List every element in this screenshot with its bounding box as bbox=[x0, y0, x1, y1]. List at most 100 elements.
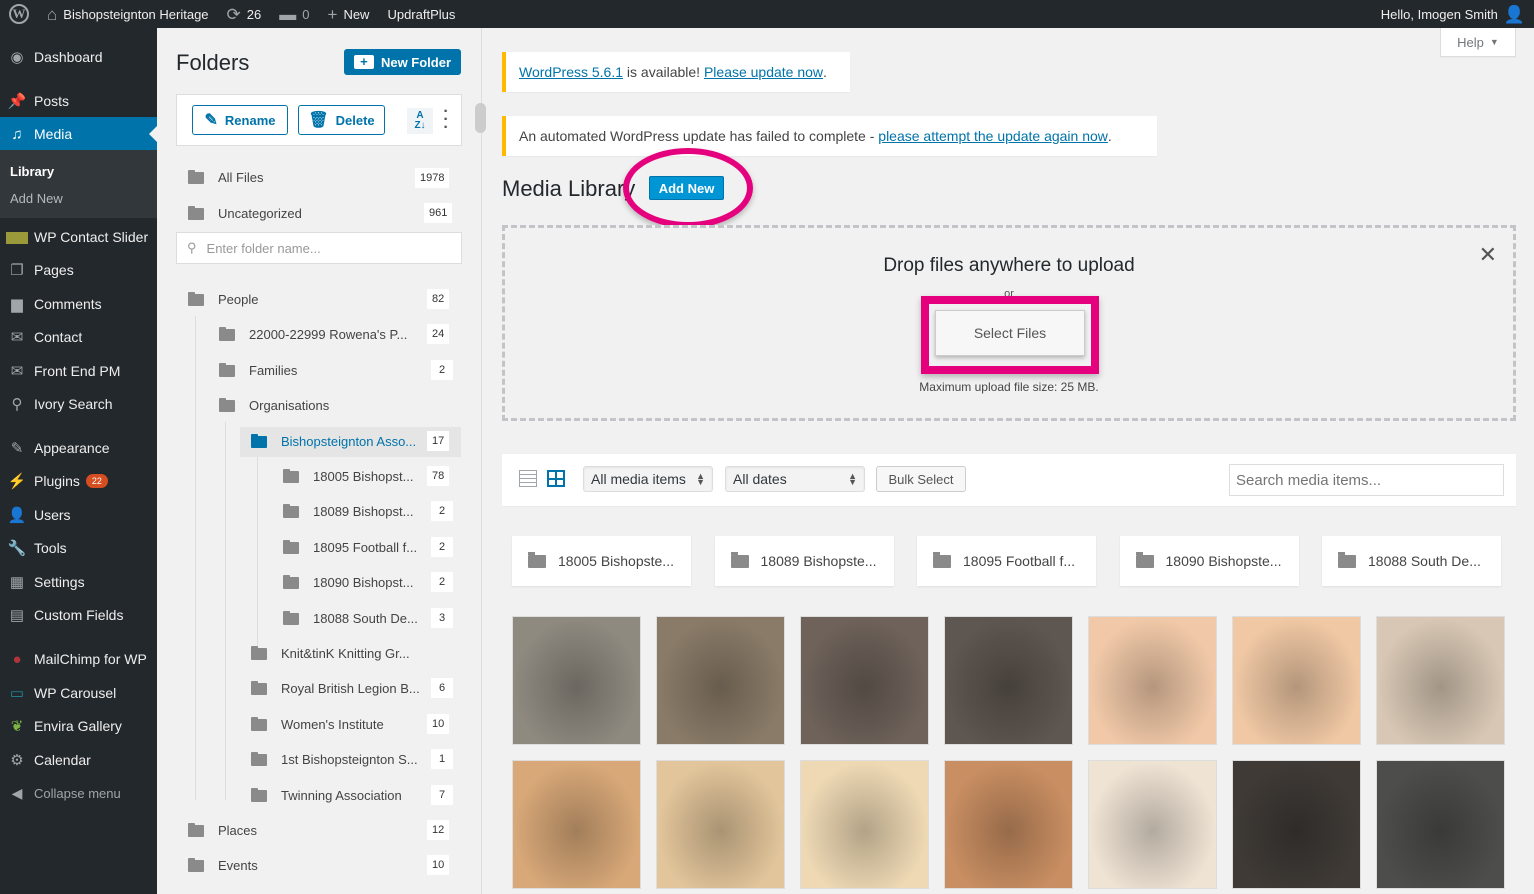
menu-wp-contact-slider[interactable]: WP Contact Slider bbox=[0, 220, 157, 254]
folder-count: 12 bbox=[427, 820, 450, 840]
media-type-filter[interactable]: All media items ▲ ▼ bbox=[583, 466, 713, 492]
updates-link[interactable]: ⟳ 26 bbox=[218, 0, 271, 28]
wordpress-logo-button[interactable]: W bbox=[0, 0, 38, 28]
folder-tree-item[interactable]: Events bbox=[188, 852, 258, 878]
folder-tree-item[interactable]: 1st Bishopsteignton S... bbox=[251, 746, 418, 772]
folder-label: 18089 Bishopst... bbox=[313, 503, 414, 519]
new-folder-button[interactable]: + New Folder bbox=[344, 49, 461, 75]
folder-tree-item[interactable]: Families bbox=[219, 357, 297, 383]
menu-plugins[interactable]: ⚡ Plugins 22 bbox=[0, 464, 157, 498]
add-new-button[interactable]: Add New bbox=[649, 176, 724, 200]
list-view-icon[interactable] bbox=[519, 470, 537, 487]
menu-posts[interactable]: 📌 Posts bbox=[0, 84, 157, 118]
menu-media[interactable]: ♫ Media bbox=[0, 117, 157, 151]
update-now-link[interactable]: Please update now bbox=[704, 64, 823, 80]
collapse-icon: ◀ bbox=[11, 784, 23, 801]
folder-tree-item[interactable]: Places bbox=[188, 817, 257, 843]
plugin-icon: ⚡ bbox=[7, 473, 27, 490]
menu-calendar[interactable]: ⚙ Calendar bbox=[0, 743, 157, 777]
folder-card-label: 18089 Bishopste... bbox=[760, 553, 877, 569]
rename-button[interactable]: ✎ Rename bbox=[192, 105, 288, 135]
folder-tree-item[interactable]: 18095 Football f... bbox=[283, 534, 417, 560]
menu-appearance[interactable]: ✎ Appearance bbox=[0, 431, 157, 465]
menu-settings[interactable]: ▦ Settings bbox=[0, 565, 157, 599]
delete-button[interactable]: 🗑 Delete bbox=[298, 105, 385, 135]
comments-link[interactable]: ▬ 0 bbox=[270, 0, 318, 28]
folder-label: 18088 South De... bbox=[313, 610, 418, 626]
menu-comments[interactable]: ▆ Comments bbox=[0, 287, 157, 321]
media-thumbnail[interactable] bbox=[800, 616, 929, 745]
folder-card[interactable]: 18089 Bishopste... bbox=[714, 536, 894, 586]
updraftplus-link[interactable]: UpdraftPlus bbox=[378, 0, 464, 28]
collapse-menu-button[interactable]: ◀ Collapse menu bbox=[0, 776, 157, 810]
media-thumbnail[interactable] bbox=[1232, 760, 1361, 889]
media-thumbnail[interactable] bbox=[1088, 760, 1217, 889]
retry-update-link[interactable]: please attempt the update again now bbox=[878, 128, 1108, 144]
new-content-link[interactable]: + New bbox=[319, 0, 379, 28]
folder-all-files[interactable]: All Files bbox=[188, 164, 264, 190]
account-menu[interactable]: Hello, Imogen Smith 👤 bbox=[1372, 0, 1534, 28]
menu-label: MailChimp for WP bbox=[34, 651, 147, 667]
menu-mailchimp[interactable]: ● MailChimp for WP bbox=[0, 642, 157, 676]
menu-front-end-pm[interactable]: ✉ Front End PM bbox=[0, 354, 157, 388]
menu-contact[interactable]: ✉ Contact bbox=[0, 320, 157, 354]
folder-tree-item[interactable]: 22000-22999 Rowena's P... bbox=[219, 321, 407, 347]
select-files-button[interactable]: Select Files bbox=[935, 310, 1085, 356]
folder-search-field[interactable]: ⚲ Enter folder name... bbox=[176, 232, 462, 264]
menu-custom-fields[interactable]: ▤ Custom Fields bbox=[0, 598, 157, 632]
media-thumbnail[interactable] bbox=[1376, 760, 1505, 889]
folder-card[interactable]: 18095 Football f... bbox=[917, 536, 1096, 586]
user-avatar-icon: 👤 bbox=[1503, 4, 1525, 24]
folder-card[interactable]: 18088 South De... bbox=[1322, 536, 1501, 586]
submenu-library[interactable]: Library bbox=[10, 164, 54, 179]
folder-card[interactable]: 18090 Bishopste... bbox=[1119, 536, 1299, 586]
folder-tree-item[interactable]: 18090 Bishopst... bbox=[283, 569, 413, 595]
menu-tools[interactable]: 🔧 Tools bbox=[0, 531, 157, 565]
menu-pages[interactable]: ❐ Pages bbox=[0, 253, 157, 287]
folder-icon bbox=[251, 434, 269, 448]
grid-view-icon[interactable] bbox=[547, 470, 565, 487]
help-button[interactable]: Help ▼ bbox=[1440, 28, 1516, 57]
more-options-button[interactable]: · · · bbox=[441, 104, 451, 136]
bulk-select-button[interactable]: Bulk Select bbox=[876, 466, 966, 492]
media-thumbnail[interactable] bbox=[1088, 616, 1217, 745]
media-thumbnail[interactable] bbox=[800, 760, 929, 889]
selected-value: All dates bbox=[733, 471, 787, 487]
media-thumbnail[interactable] bbox=[512, 760, 641, 889]
media-thumbnail[interactable] bbox=[944, 760, 1073, 889]
folder-icon bbox=[283, 575, 301, 589]
site-name-link[interactable]: ⌂ Bishopsteignton Heritage bbox=[38, 0, 218, 28]
sort-az-button[interactable]: A Z↓ bbox=[407, 108, 433, 134]
media-thumbnail[interactable] bbox=[656, 616, 785, 745]
folder-tree-item[interactable]: Organisations bbox=[219, 392, 329, 418]
folder-tree-item[interactable]: 18089 Bishopst... bbox=[283, 498, 413, 524]
fields-icon: ▤ bbox=[9, 607, 25, 624]
folder-tree-item[interactable]: Knit&tinK Knitting Gr... bbox=[251, 640, 410, 666]
menu-envira-gallery[interactable]: ❦ Envira Gallery bbox=[0, 709, 157, 743]
media-thumbnail[interactable] bbox=[1232, 616, 1361, 745]
upload-dropzone[interactable]: ✕ Drop files anywhere to upload or Selec… bbox=[502, 225, 1516, 421]
media-thumbnail[interactable] bbox=[512, 616, 641, 745]
media-thumbnail[interactable] bbox=[944, 616, 1073, 745]
folder-icon bbox=[219, 363, 237, 377]
folder-tree-item[interactable]: Royal British Legion B... bbox=[251, 675, 420, 701]
media-thumbnail[interactable] bbox=[656, 760, 785, 889]
menu-users[interactable]: 👤 Users bbox=[0, 498, 157, 532]
date-filter[interactable]: All dates ▲ ▼ bbox=[725, 466, 865, 492]
folder-tree-item[interactable]: 18005 Bishopst... bbox=[283, 463, 413, 489]
submenu-add-new[interactable]: Add New bbox=[10, 191, 63, 206]
wordpress-version-link[interactable]: WordPress 5.6.1 bbox=[519, 64, 623, 80]
folder-tree-item[interactable]: 18088 South De... bbox=[283, 605, 418, 631]
folder-card[interactable]: 18005 Bishopste... bbox=[512, 536, 691, 586]
folder-tree-item[interactable]: Bishopsteignton Asso... bbox=[251, 428, 416, 454]
search-media-input[interactable] bbox=[1229, 464, 1504, 496]
menu-wp-carousel[interactable]: ▭ WP Carousel bbox=[0, 676, 157, 710]
folder-tree-item[interactable]: People bbox=[188, 286, 258, 312]
folder-tree-item[interactable]: Women's Institute bbox=[251, 711, 384, 737]
folder-uncategorized[interactable]: Uncategorized bbox=[188, 200, 302, 226]
folder-tree-item[interactable]: Twinning Association bbox=[251, 782, 402, 808]
menu-ivory-search[interactable]: ⚲ Ivory Search bbox=[0, 387, 157, 421]
menu-dashboard[interactable]: ◉ Dashboard bbox=[0, 40, 157, 74]
media-thumbnail[interactable] bbox=[1376, 616, 1505, 745]
folder-label: Places bbox=[218, 822, 258, 838]
